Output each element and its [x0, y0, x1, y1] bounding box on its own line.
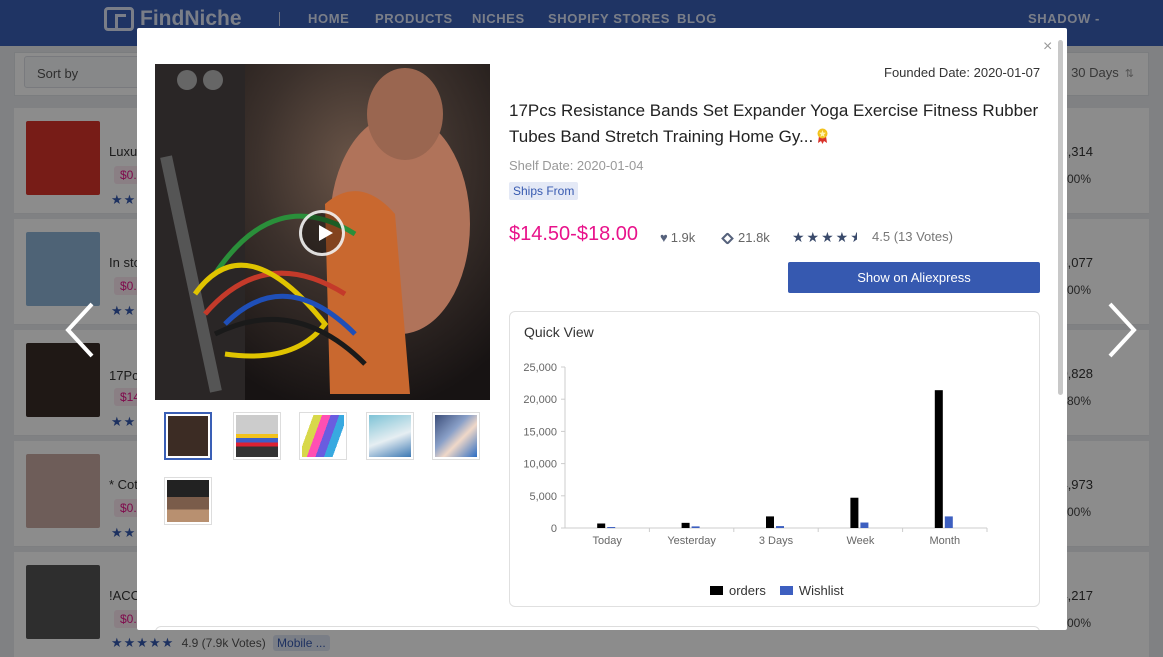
rating-votes: (13 Votes) [893, 229, 953, 244]
thumbnail-image[interactable] [432, 412, 480, 460]
x-tick-label: Yesterday [667, 535, 716, 547]
y-tick-label: 25,000 [523, 362, 557, 374]
chevron-right-icon [1108, 302, 1137, 358]
legend-swatch-wishlist [779, 586, 793, 595]
likes-count: ♥ 1.9k [660, 230, 695, 245]
x-tick-label: Week [846, 535, 874, 547]
bar-wishlist [776, 526, 784, 528]
legend-wishlist[interactable]: Wishlist [779, 583, 844, 598]
orders-value: 21.8k [738, 230, 770, 245]
legend-orders-label: orders [729, 583, 766, 598]
bar-wishlist [860, 522, 869, 528]
thumbnail-video[interactable] [164, 412, 212, 460]
y-tick-label: 5,000 [529, 491, 557, 503]
bar-orders [766, 516, 774, 528]
chart-legend: orders Wishlist [710, 583, 858, 598]
bar-orders [934, 390, 943, 528]
product-title[interactable]: 17Pcs Resistance Bands Set Expander Yoga… [509, 98, 1044, 150]
ships-from-badge[interactable]: Ships From [509, 182, 579, 200]
next-product-arrow[interactable] [1102, 300, 1142, 360]
x-tick-label: 3 Days [759, 535, 794, 547]
rating-summary: 4.5 (13 Votes) [872, 229, 953, 244]
product-detail-modal: × Founded Date: 2020-01-07 17Pcs Resista… [137, 28, 1067, 630]
legend-orders[interactable]: orders [710, 583, 766, 598]
bar-wishlist [607, 527, 616, 529]
heart-icon: ♥ [660, 230, 668, 245]
chevron-left-icon [65, 302, 94, 358]
legend-swatch-orders [710, 586, 723, 595]
bar-orders [850, 497, 859, 528]
bar-wishlist [944, 516, 953, 528]
x-tick-label: Month [930, 535, 961, 547]
modal-scrollbar[interactable] [1058, 40, 1063, 395]
thumbnail-image[interactable] [164, 477, 212, 525]
rating-stars: ★★★★★ [792, 229, 857, 245]
legend-wishlist-label: Wishlist [798, 583, 844, 598]
previous-product-arrow[interactable] [60, 300, 100, 360]
product-title-text: 17Pcs Resistance Bands Set Expander Yoga… [509, 101, 1039, 146]
y-tick-label: 15,000 [523, 426, 557, 438]
next-section-panel [155, 626, 1040, 630]
thumbnail-image[interactable] [366, 412, 414, 460]
shelf-date: Shelf Date: 2020-01-04 [509, 158, 644, 173]
y-tick-label: 20,000 [523, 394, 557, 406]
price-range: $14.50-$18.00 [509, 223, 639, 245]
bar-wishlist [691, 526, 700, 528]
likes-value: 1.9k [670, 230, 696, 245]
quick-view-chart: 0 5,000 10,000 15,000 20,000 25,000 Today Yeste… [523, 362, 988, 547]
x-tick-label: Today [593, 535, 623, 547]
thumbnail-image[interactable] [299, 412, 347, 460]
medal-icon [817, 128, 828, 144]
show-on-aliexpress-button[interactable]: Show on Aliexpress [788, 262, 1040, 293]
y-tick-label: 10,000 [523, 459, 557, 471]
close-icon[interactable]: × [1043, 38, 1052, 56]
play-video-button[interactable] [299, 210, 345, 256]
tag-icon [721, 232, 734, 245]
orders-count: 21.8k [721, 230, 770, 245]
bar-orders [681, 522, 690, 528]
rating-value: 4.5 [872, 229, 891, 244]
quick-view-panel: Quick View 0 5,000 10,000 15,000 20,000 25,00… [509, 311, 1040, 607]
thumbnail-image[interactable] [233, 412, 281, 460]
founded-date: Founded Date: 2020-01-07 [884, 65, 1041, 80]
bar-orders [597, 523, 606, 528]
product-main-image[interactable] [155, 64, 490, 400]
y-tick-label: 0 [551, 523, 557, 535]
